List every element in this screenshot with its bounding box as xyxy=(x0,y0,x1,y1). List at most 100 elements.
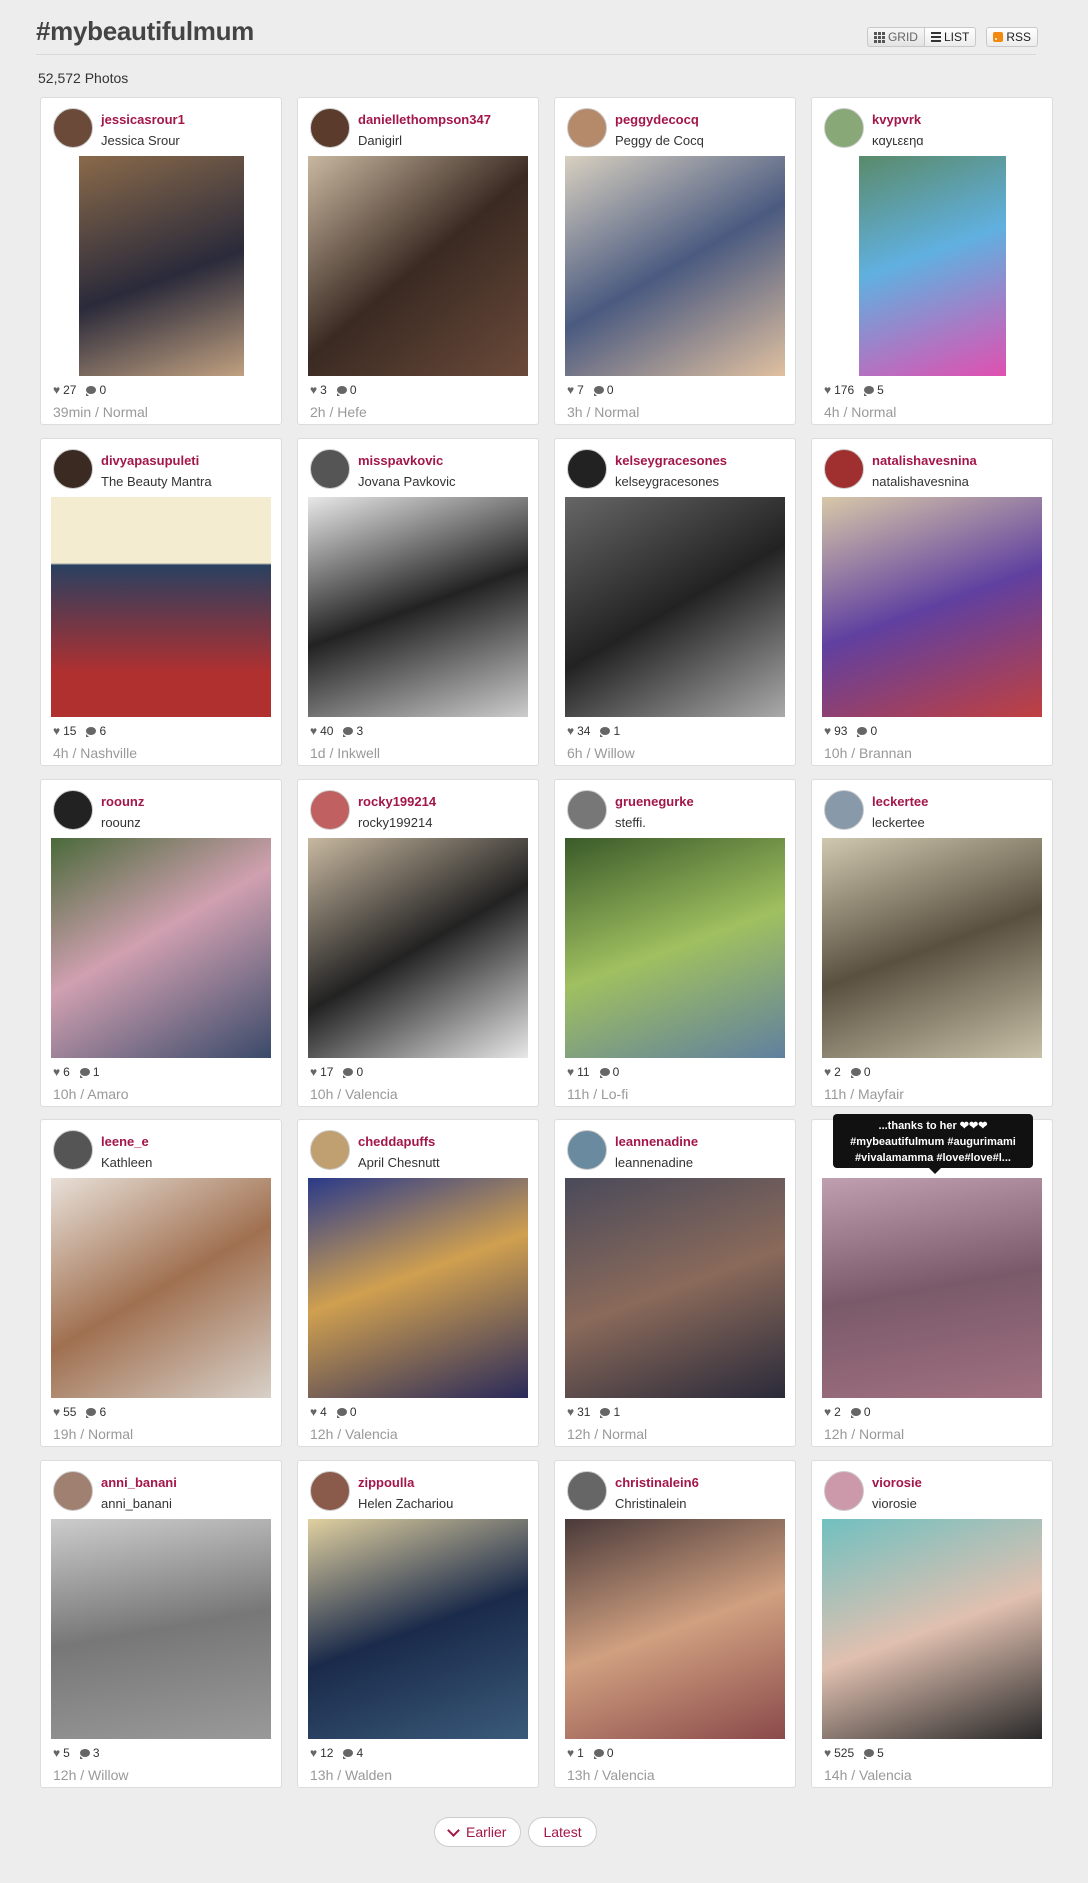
comment-icon xyxy=(593,386,604,396)
post-photo[interactable] xyxy=(859,156,1006,376)
post-photo[interactable] xyxy=(308,1519,528,1739)
post-photo[interactable] xyxy=(308,497,528,717)
username-link[interactable]: leannenadine xyxy=(615,1134,698,1149)
username-link[interactable]: leckertee xyxy=(872,794,928,809)
avatar[interactable] xyxy=(53,790,93,830)
photo-card[interactable]: rocky199214 rocky199214 ♥ 17 0 10h / Valencia xyxy=(297,779,539,1107)
post-photo[interactable] xyxy=(51,838,271,1058)
post-photo[interactable] xyxy=(51,497,271,717)
avatar[interactable] xyxy=(53,1130,93,1170)
post-photo[interactable] xyxy=(308,838,528,1058)
photo-card[interactable]: divyapasupuleti The Beauty Mantra ♥ 15 6 4h /… xyxy=(40,438,282,766)
post-photo[interactable] xyxy=(822,1178,1042,1398)
heart-icon: ♥ xyxy=(310,383,318,397)
avatar[interactable] xyxy=(310,1471,350,1511)
username-link[interactable]: leene_e xyxy=(101,1134,149,1149)
full-name: April Chesnutt xyxy=(358,1155,440,1170)
post-photo[interactable] xyxy=(822,838,1042,1058)
avatar[interactable] xyxy=(53,108,93,148)
avatar[interactable] xyxy=(567,108,607,148)
photo-card[interactable]: anni_banani anni_banani ♥ 5 3 12h / Willow xyxy=(40,1460,282,1788)
comment-count: 3 xyxy=(356,724,364,738)
photo-card[interactable]: leckertee leckertee ♥ 2 0 11h / Mayfair xyxy=(811,779,1053,1107)
username-link[interactable]: misspavkovic xyxy=(358,453,443,468)
post-meta: 2h / Hefe xyxy=(310,404,367,420)
comment-count: 0 xyxy=(863,1065,871,1079)
caption-tooltip: ...thanks to her ❤❤❤ #mybeautifulmum #au… xyxy=(833,1114,1033,1174)
photo-card[interactable]: daniellethompson347 Danigirl ♥ 3 0 2h / Hefe xyxy=(297,97,539,425)
avatar[interactable] xyxy=(310,108,350,148)
avatar[interactable] xyxy=(310,1130,350,1170)
comment-icon xyxy=(600,1408,611,1418)
avatar[interactable] xyxy=(567,1130,607,1170)
photo-card[interactable]: christinalein6 Christinalein ♥ 1 0 13h / Vale… xyxy=(554,1460,796,1788)
avatar[interactable] xyxy=(310,449,350,489)
username-link[interactable]: zippoulla xyxy=(358,1475,414,1490)
photo-card[interactable]: jessicasrour1 Jessica Srour ♥ 27 0 39min / No… xyxy=(40,97,282,425)
username-link[interactable]: divyapasupuleti xyxy=(101,453,199,468)
post-stats: ♥ 2 0 xyxy=(824,1065,871,1079)
like-count: 3 xyxy=(320,383,327,397)
avatar[interactable] xyxy=(53,449,93,489)
post-photo[interactable] xyxy=(79,156,244,376)
username-link[interactable]: peggydecocq xyxy=(615,112,699,127)
like-count: 7 xyxy=(577,383,584,397)
username-link[interactable]: jessicasrour1 xyxy=(101,112,185,127)
photo-card[interactable]: natalishavesnina natalishavesnina ♥ 93 0 10h … xyxy=(811,438,1053,766)
heart-icon: ♥ xyxy=(824,1405,832,1419)
avatar[interactable] xyxy=(824,449,864,489)
post-photo[interactable] xyxy=(51,1178,271,1398)
username-link[interactable]: cheddapuffs xyxy=(358,1134,435,1149)
post-photo[interactable] xyxy=(565,1178,785,1398)
post-stats: ♥ 34 1 xyxy=(567,724,620,738)
username-link[interactable]: viorosie xyxy=(872,1475,922,1490)
username-link[interactable]: roounz xyxy=(101,794,144,809)
post-photo[interactable] xyxy=(308,156,528,376)
photo-card[interactable]: zippoulla Helen Zachariou ♥ 12 4 13h / Walden xyxy=(297,1460,539,1788)
earlier-button[interactable]: Earlier xyxy=(434,1817,522,1847)
photo-card[interactable]: cheddapuffs April Chesnutt ♥ 4 0 12h / Valenc… xyxy=(297,1119,539,1447)
post-photo[interactable] xyxy=(565,497,785,717)
post-photo[interactable] xyxy=(565,1519,785,1739)
username-link[interactable]: kelseygracesones xyxy=(615,453,727,468)
latest-button[interactable]: Latest xyxy=(528,1817,597,1847)
list-view-button[interactable]: LIST xyxy=(924,27,977,47)
photo-card[interactable]: kvypvrk κɑуʟεεηɑ ♥ 176 5 4h / Normal xyxy=(811,97,1053,425)
avatar[interactable] xyxy=(567,1471,607,1511)
username-link[interactable]: anni_banani xyxy=(101,1475,177,1490)
post-photo[interactable] xyxy=(822,1519,1042,1739)
post-photo[interactable] xyxy=(51,1519,271,1739)
post-stats: ♥ 11 0 xyxy=(567,1065,619,1079)
grid-view-button[interactable]: GRID xyxy=(866,27,925,47)
list-icon xyxy=(930,32,941,42)
username-link[interactable]: christinalein6 xyxy=(615,1475,699,1490)
photo-card[interactable]: peggydecocq Peggy de Cocq ♥ 7 0 3h / Normal xyxy=(554,97,796,425)
photo-card[interactable]: leannenadine leannenadine ♥ 31 1 12h / Normal xyxy=(554,1119,796,1447)
photo-card[interactable]: kelseygracesones kelseygracesones ♥ 34 1 6h /… xyxy=(554,438,796,766)
avatar[interactable] xyxy=(567,449,607,489)
username-link[interactable]: kvypvrk xyxy=(872,112,921,127)
avatar[interactable] xyxy=(824,108,864,148)
post-photo[interactable] xyxy=(565,156,785,376)
avatar[interactable] xyxy=(567,790,607,830)
photo-card[interactable]: leene_e Kathleen ♥ 55 6 19h / Normal xyxy=(40,1119,282,1447)
photo-card[interactable]: viorosie viorosie ♥ 525 5 14h / Valencia xyxy=(811,1460,1053,1788)
avatar[interactable] xyxy=(824,790,864,830)
photo-card[interactable]: roounz roounz ♥ 6 1 10h / Amaro xyxy=(40,779,282,1107)
rss-button[interactable]: RSS xyxy=(986,27,1038,47)
username-link[interactable]: rocky199214 xyxy=(358,794,436,809)
post-photo[interactable] xyxy=(565,838,785,1058)
avatar[interactable] xyxy=(824,1471,864,1511)
username-link[interactable]: daniellethompson347 xyxy=(358,112,491,127)
photo-card[interactable]: misspavkovic Jovana Pavkovic ♥ 40 3 1d / Inkw… xyxy=(297,438,539,766)
post-photo[interactable] xyxy=(822,497,1042,717)
like-count: 27 xyxy=(63,383,77,397)
full-name: Jessica Srour xyxy=(101,133,180,148)
avatar[interactable] xyxy=(310,790,350,830)
full-name: The Beauty Mantra xyxy=(101,474,212,489)
avatar[interactable] xyxy=(53,1471,93,1511)
post-photo[interactable] xyxy=(308,1178,528,1398)
photo-card[interactable]: gruenegurke steffi. ♥ 11 0 11h / Lo-fi xyxy=(554,779,796,1107)
username-link[interactable]: natalishavesnina xyxy=(872,453,977,468)
username-link[interactable]: gruenegurke xyxy=(615,794,694,809)
